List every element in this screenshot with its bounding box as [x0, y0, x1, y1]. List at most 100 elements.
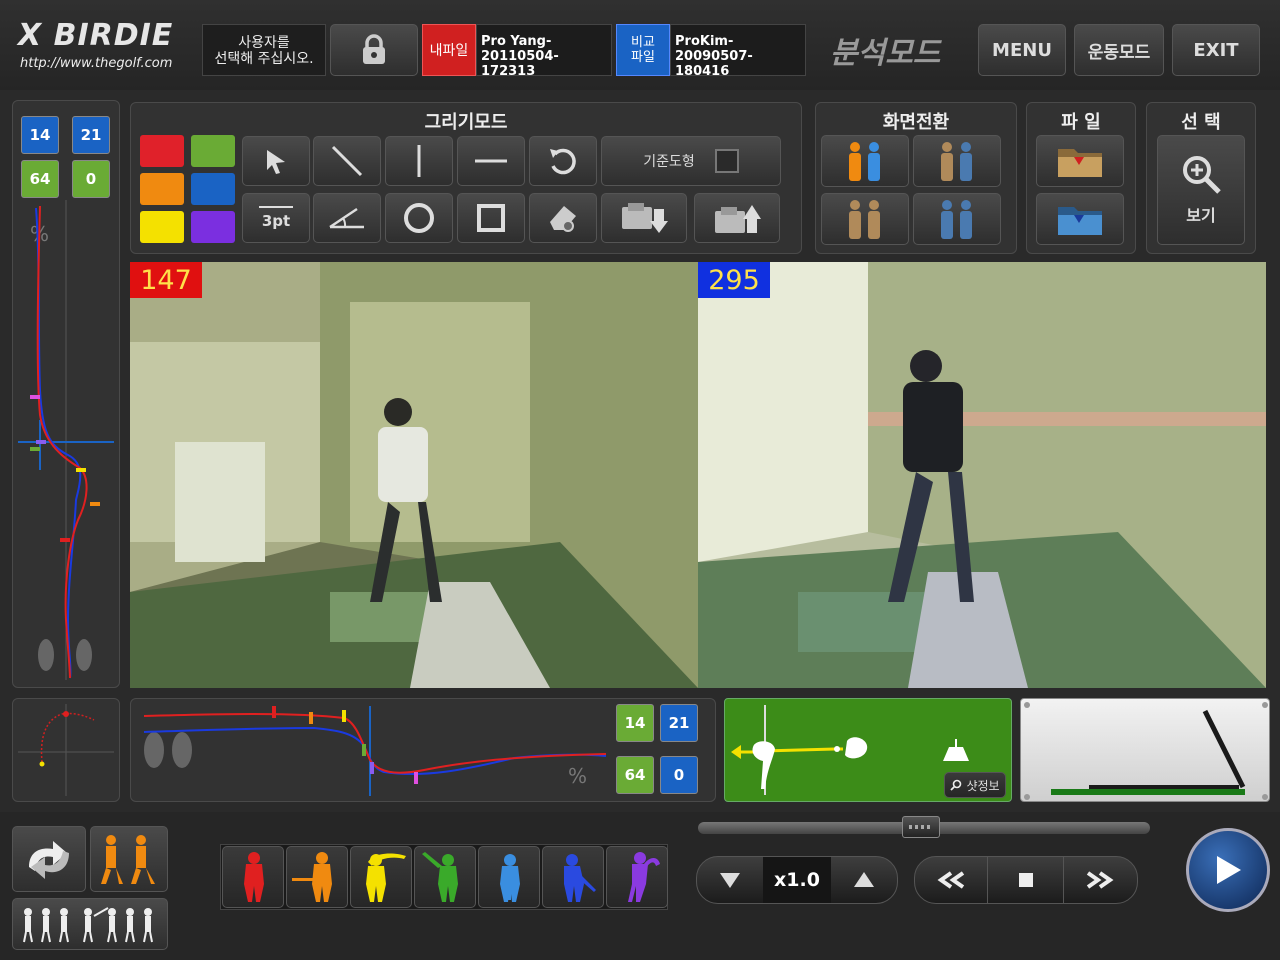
swing-phase-follow[interactable]: [542, 846, 604, 908]
club-angle-diagram: [1024, 702, 1268, 800]
up-arrow-icon: [854, 872, 874, 887]
view-button[interactable]: 보기: [1157, 135, 1245, 245]
vertical-line-tool-button[interactable]: [385, 136, 453, 186]
drawing-mode-title: 그리기모드: [424, 112, 508, 133]
play-icon: [1217, 856, 1241, 884]
color-green-swatch[interactable]: [191, 135, 235, 167]
two-persons-tan-icon: [849, 200, 880, 239]
banner-stand: [175, 442, 265, 562]
lock-button[interactable]: [330, 24, 418, 76]
golfers-overlay-icon: [101, 835, 155, 884]
exercise-mode-button[interactable]: 운동모드: [1074, 24, 1164, 76]
rewind-button[interactable]: [915, 857, 989, 903]
play-button[interactable]: [1186, 828, 1270, 912]
left-swing-video[interactable]: [130, 262, 698, 688]
line-tool-button[interactable]: [313, 136, 381, 186]
load-icon: [715, 205, 761, 233]
fast-forward-icon: [1087, 871, 1114, 889]
bottom-stat-green-1: 14: [616, 704, 654, 742]
seek-slider-thumb[interactable]: [902, 816, 940, 838]
golfer-address-red-icon: [244, 852, 264, 902]
undo-icon: [550, 148, 576, 175]
speed-up-button[interactable]: [831, 857, 897, 903]
open-my-file-button[interactable]: [1036, 135, 1124, 187]
open-compare-file-button[interactable]: [1036, 193, 1124, 245]
swing-phase-address[interactable]: [222, 846, 284, 908]
my-file-name: Pro Yang-20110504-172313: [481, 34, 559, 79]
swing-phase-finish[interactable]: [606, 846, 668, 908]
left-stat-blue-2: 21: [72, 116, 110, 154]
circle-tool-button[interactable]: [385, 193, 453, 243]
square-icon: [477, 204, 505, 232]
base-shape-checkbox[interactable]: [714, 149, 739, 173]
bottom-stat-blue-2: 21: [660, 704, 698, 742]
pointer-tool-button[interactable]: [242, 136, 310, 186]
view-left-only-button[interactable]: [821, 193, 909, 245]
swing-phase-top[interactable]: [350, 846, 412, 908]
menu-button[interactable]: MENU: [978, 24, 1066, 76]
bottom-stat-blue-4: 0: [660, 756, 698, 794]
user-prompt-line1: 사용자를: [238, 35, 290, 51]
square-tool-button[interactable]: [457, 193, 525, 243]
swing-phase-downswing[interactable]: [414, 846, 476, 908]
zoom-icon: [1183, 156, 1221, 194]
golfer-follow-navy-icon: [564, 854, 596, 902]
sequence-view-button[interactable]: [12, 898, 168, 950]
swing-phase-impact[interactable]: [478, 846, 540, 908]
color-orange-swatch[interactable]: [140, 173, 184, 205]
speed-down-button[interactable]: [697, 857, 763, 903]
search-icon: [950, 779, 962, 791]
trajectory-mini-graph: [18, 704, 114, 796]
golfer-impact-blue-icon: [500, 854, 520, 902]
my-file-badge[interactable]: 내파일: [422, 24, 476, 76]
color-red-swatch[interactable]: [140, 135, 184, 167]
color-blue-swatch[interactable]: [191, 173, 235, 205]
horizontal-line-tool-button[interactable]: [457, 136, 525, 186]
compare-file-badge[interactable]: 비교 파일: [616, 24, 670, 76]
exit-button[interactable]: EXIT: [1172, 24, 1260, 76]
view-both-colored-button[interactable]: [821, 135, 909, 187]
right-video-scene: [698, 262, 1266, 688]
fast-forward-button[interactable]: [1064, 857, 1137, 903]
view-label: 보기: [1186, 206, 1216, 225]
three-point-tool-button[interactable]: 3pt: [242, 193, 310, 243]
stop-button[interactable]: [988, 857, 1064, 903]
compare-file-name: ProKim-20090507-180416: [675, 34, 753, 79]
undo-button[interactable]: [529, 136, 597, 186]
footprints-icon: [144, 732, 192, 768]
vertical-line-icon: [417, 145, 421, 177]
view-mixed-button[interactable]: [913, 135, 1001, 187]
line-icon: [331, 145, 363, 177]
swap-videos-button[interactable]: [12, 826, 86, 892]
user-select-box[interactable]: 사용자를 선택해 주십시오.: [202, 24, 326, 76]
overlay-mode-button[interactable]: [90, 826, 168, 892]
save-drawing-button[interactable]: [601, 193, 687, 243]
load-drawing-button[interactable]: [694, 193, 780, 243]
left-stat-blue-1: 14: [21, 116, 59, 154]
arrow-cursor-icon: [267, 150, 285, 174]
view-right-only-button[interactable]: [913, 193, 1001, 245]
down-arrow-icon: [720, 873, 740, 888]
base-shape-toggle[interactable]: 기준도형: [601, 136, 781, 186]
two-persons-blue-icon: [941, 200, 972, 239]
swing-phase-takeaway[interactable]: [286, 846, 348, 908]
swing-sequence-icon: [23, 907, 153, 943]
golfer-downswing-green-icon: [422, 852, 458, 902]
right-swing-video[interactable]: [698, 262, 1266, 688]
two-persons-tan-blue-icon: [941, 142, 972, 181]
golfer-head: [384, 398, 412, 426]
transport-control: [914, 856, 1138, 904]
color-yellow-swatch[interactable]: [140, 211, 184, 243]
left-balance-graph: [18, 200, 114, 680]
shot-info-button[interactable]: 샷정보: [944, 772, 1006, 798]
two-persons-orange-blue-icon: [849, 142, 880, 181]
eraser-tool-button[interactable]: [529, 193, 597, 243]
footprints-icon: [38, 639, 92, 671]
color-purple-swatch[interactable]: [191, 211, 235, 243]
stop-icon: [1018, 873, 1033, 887]
user-prompt-line2: 선택해 주십시오.: [214, 51, 314, 67]
angle-tool-button[interactable]: [313, 193, 381, 243]
base-shape-label: 기준도형: [643, 154, 695, 170]
left-stat-green-1: 64: [21, 160, 59, 198]
golfer-finish-purple-icon: [628, 852, 660, 902]
